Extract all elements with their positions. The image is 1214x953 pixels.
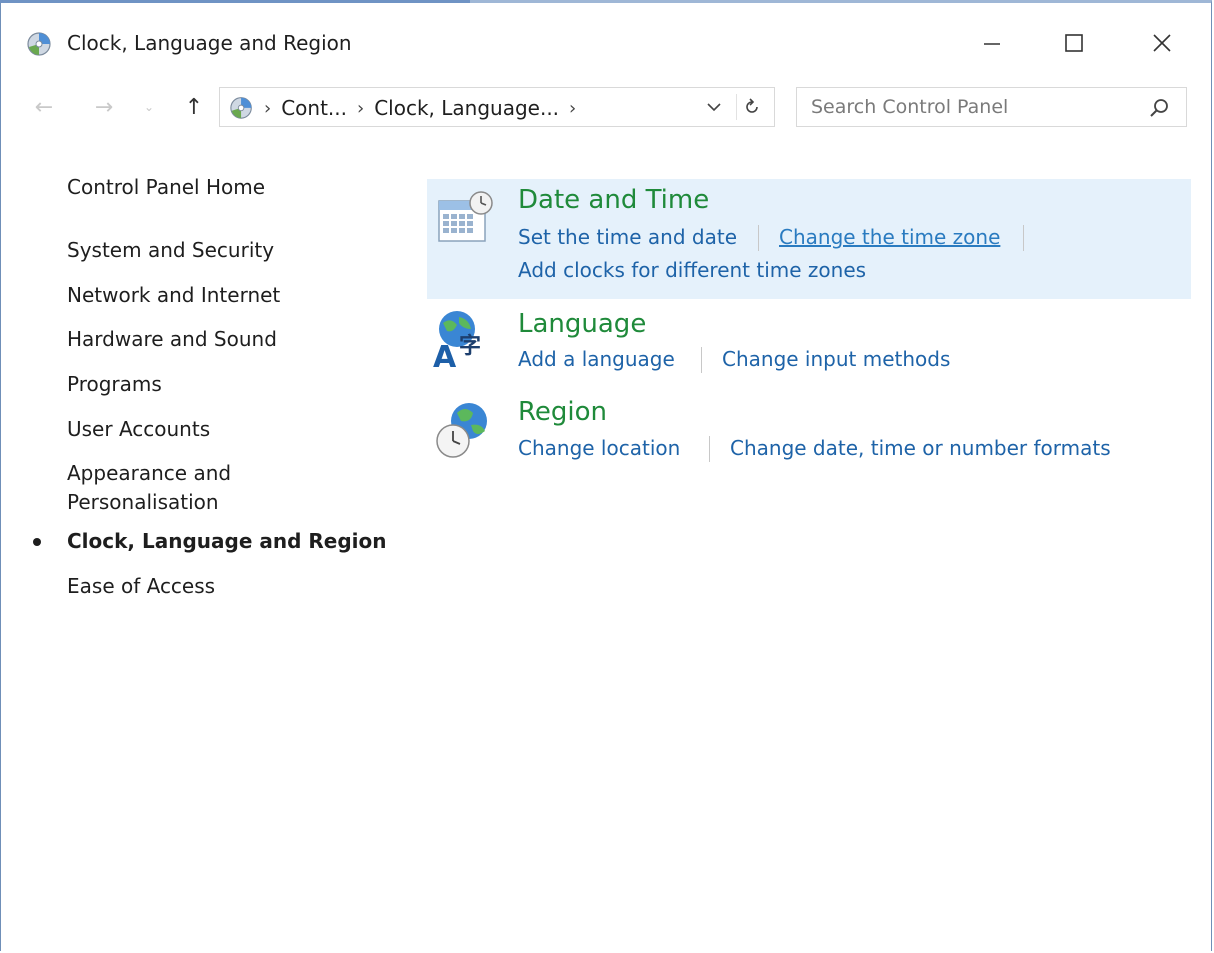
nav-clock-language-region[interactable]: Clock, Language and Region [67, 527, 387, 556]
nav-user-accounts[interactable]: User Accounts [67, 415, 210, 444]
language-globe-icon: A 字 [433, 311, 481, 371]
maximize-button[interactable] [1051, 25, 1097, 61]
region-globe-clock-icon [436, 403, 487, 458]
minimize-icon [984, 43, 1000, 45]
control-panel-window: Clock, Language and Region ← → ⌄ ↑ › Con… [0, 0, 1212, 951]
window-title: Clock, Language and Region [67, 31, 352, 55]
breadcrumb: › Cont... › Clock, Language... › [264, 96, 576, 120]
control-panel-icon [27, 32, 51, 56]
link-add-clocks[interactable]: Add clocks for different time zones [518, 258, 866, 282]
close-icon [1153, 34, 1171, 52]
nav-appearance-line1[interactable]: Appearance and [67, 459, 231, 488]
category-title-language[interactable]: Language [518, 309, 646, 339]
svg-text:字: 字 [459, 333, 481, 359]
breadcrumb-separator[interactable]: › [569, 98, 576, 119]
link-add-a-language[interactable]: Add a language [518, 347, 675, 371]
control-panel-icon [230, 97, 252, 119]
chevron-down-icon [707, 103, 721, 112]
title-bar: Clock, Language and Region [1, 3, 1211, 81]
link-separator [709, 436, 710, 462]
address-bar[interactable]: › Cont... › Clock, Language... › [219, 87, 775, 127]
nav-hardware-and-sound[interactable]: Hardware and Sound [67, 325, 277, 354]
link-change-time-zone[interactable]: Change the time zone [779, 225, 1000, 249]
address-dropdown-button[interactable] [702, 94, 726, 120]
breadcrumb-control-panel[interactable]: Cont... [281, 96, 347, 120]
refresh-button[interactable] [736, 94, 767, 120]
maximize-icon [1065, 34, 1083, 52]
up-button[interactable]: ↑ [179, 87, 209, 127]
link-change-location[interactable]: Change location [518, 436, 680, 460]
nav-system-and-security[interactable]: System and Security [67, 236, 274, 265]
link-separator [758, 225, 759, 251]
nav-network-and-internet[interactable]: Network and Internet [67, 281, 280, 310]
svg-text:A: A [433, 340, 457, 371]
link-separator [701, 347, 702, 373]
back-button[interactable]: ← [29, 87, 59, 127]
link-set-time-and-date[interactable]: Set the time and date [518, 225, 737, 249]
nav-ease-of-access[interactable]: Ease of Access [67, 572, 215, 601]
breadcrumb-separator: › [357, 97, 365, 119]
category-title-region[interactable]: Region [518, 397, 607, 427]
nav-appearance-line2[interactable]: Personalisation [67, 488, 219, 517]
search-icon[interactable] [1147, 96, 1171, 120]
forward-button[interactable]: → [89, 87, 119, 127]
back-arrow-icon: ← [34, 94, 54, 120]
link-change-input-methods[interactable]: Change input methods [722, 347, 950, 371]
forward-arrow-icon: → [94, 94, 114, 120]
recent-locations-button[interactable]: ⌄ [137, 87, 161, 127]
up-arrow-icon: ↑ [184, 94, 204, 120]
calendar-clock-icon [438, 191, 493, 242]
search-input[interactable] [811, 94, 1131, 120]
active-bullet-icon [33, 538, 41, 546]
link-separator [1023, 225, 1024, 251]
nav-programs[interactable]: Programs [67, 370, 162, 399]
minimize-button[interactable] [969, 25, 1015, 61]
refresh-icon [746, 98, 758, 113]
search-box[interactable] [796, 87, 1187, 127]
breadcrumb-clock-language[interactable]: Clock, Language... [374, 96, 559, 120]
nav-control-panel-home[interactable]: Control Panel Home [67, 173, 265, 202]
link-change-formats[interactable]: Change date, time or number formats [730, 436, 1111, 460]
breadcrumb-separator: › [264, 97, 272, 119]
chevron-down-icon: ⌄ [143, 100, 155, 114]
category-title-date-and-time[interactable]: Date and Time [518, 185, 709, 215]
close-button[interactable] [1139, 25, 1185, 61]
